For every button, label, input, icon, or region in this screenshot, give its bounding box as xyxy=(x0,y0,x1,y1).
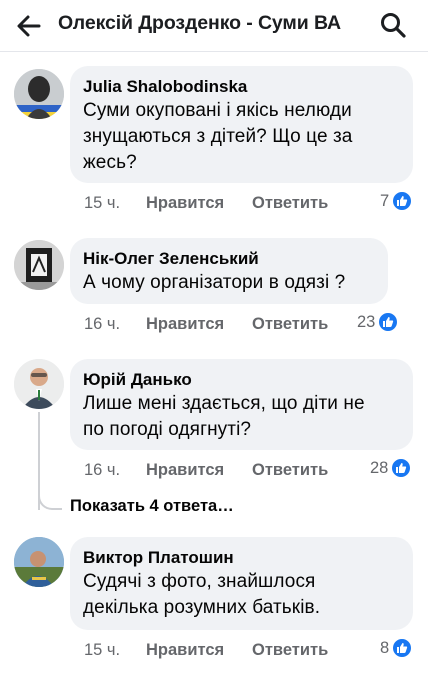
page-title: Олексій Дрозденко - Суми ВА xyxy=(58,12,341,34)
comment-actions: 15 ч. Нравится Ответить xyxy=(84,639,328,661)
reply-button[interactable]: Ответить xyxy=(252,461,328,480)
like-button[interactable]: Нравится xyxy=(146,461,252,480)
comment-bubble[interactable]: Julia Shalobodinska Суми окуповані і які… xyxy=(70,66,413,183)
top-bar: Олексій Дрозденко - Суми ВА xyxy=(0,0,428,52)
comment-author[interactable]: Юрій Данько xyxy=(83,369,401,391)
comment-text: Суми окуповані і якісь нелюди знущаються… xyxy=(83,98,401,176)
comment-text-line: жесь? xyxy=(83,152,137,173)
thread-connector-curve xyxy=(38,488,62,510)
arrow-left-icon[interactable] xyxy=(14,11,44,41)
like-button[interactable]: Нравится xyxy=(146,315,252,334)
reaction-count[interactable]: 8 xyxy=(380,638,413,658)
comment-actions: 16 ч. Нравится Ответить xyxy=(84,459,328,481)
comment-time[interactable]: 16 ч. xyxy=(84,461,146,480)
thumbs-up-icon xyxy=(378,312,399,332)
comment-bubble[interactable]: Нік-Олег Зеленський А чому організатори … xyxy=(70,238,388,304)
avatar-image xyxy=(14,69,64,119)
reaction-count[interactable]: 23 xyxy=(357,312,399,332)
avatar-image xyxy=(14,359,64,409)
like-button[interactable]: Нравится xyxy=(146,194,252,213)
reaction-count-value: 28 xyxy=(370,458,389,477)
avatar[interactable] xyxy=(14,240,64,290)
show-replies-link[interactable]: Показать 4 ответа… xyxy=(70,497,234,516)
reply-button[interactable]: Ответить xyxy=(252,194,328,213)
comment-text-line: Лише мені здається, що діти не xyxy=(83,393,365,414)
comment-text-line: декілька розумних батьків. xyxy=(83,597,321,618)
comment-text: Лише мені здається, що діти не по погоді… xyxy=(83,391,401,443)
reaction-count-value: 23 xyxy=(357,312,376,331)
reaction-count[interactable]: 7 xyxy=(380,191,413,211)
comment-text: А чому організатори в одязі ? xyxy=(83,270,376,296)
comment-author[interactable]: Виктор Платошин xyxy=(83,547,401,569)
comment-bubble[interactable]: Виктор Платошин Судячі з фото, знайшлося… xyxy=(70,537,413,630)
thumbs-up-icon xyxy=(392,638,413,658)
comment-actions: 15 ч. Нравится Ответить xyxy=(84,192,328,214)
comment-time[interactable]: 16 ч. xyxy=(84,315,146,334)
comment-author[interactable]: Julia Shalobodinska xyxy=(83,76,401,98)
avatar-image xyxy=(14,240,64,290)
avatar-image xyxy=(14,537,64,587)
reaction-count-value: 8 xyxy=(380,638,390,657)
comment-text: Судячі з фото, знайшлося декілька розумн… xyxy=(83,569,401,621)
comment-text-line: А чому організатори в одязі ? xyxy=(83,272,346,293)
avatar[interactable] xyxy=(14,537,64,587)
reply-button[interactable]: Ответить xyxy=(252,641,328,660)
comment-text-line: по погоді одягнуті? xyxy=(83,419,252,440)
reaction-count-value: 7 xyxy=(380,191,390,210)
thumbs-up-icon xyxy=(392,191,413,211)
avatar[interactable] xyxy=(14,69,64,119)
reaction-count[interactable]: 28 xyxy=(370,458,412,478)
comment-time[interactable]: 15 ч. xyxy=(84,641,146,660)
avatar[interactable] xyxy=(14,359,64,409)
comment-bubble[interactable]: Юрій Данько Лише мені здається, що діти … xyxy=(70,359,413,450)
thumbs-up-icon xyxy=(391,458,412,478)
like-button[interactable]: Нравится xyxy=(146,641,252,660)
comment-text-line: Судячі з фото, знайшлося xyxy=(83,571,316,592)
comment-text-line: знущаються з дітей? Що це за xyxy=(83,126,353,147)
search-icon[interactable] xyxy=(378,10,408,40)
comment-time[interactable]: 15 ч. xyxy=(84,194,146,213)
comment-actions: 16 ч. Нравится Ответить xyxy=(84,313,328,335)
comment-text-line: Суми окуповані і якісь нелюди xyxy=(83,100,352,121)
reply-button[interactable]: Ответить xyxy=(252,315,328,334)
comment-author[interactable]: Нік-Олег Зеленський xyxy=(83,248,376,270)
